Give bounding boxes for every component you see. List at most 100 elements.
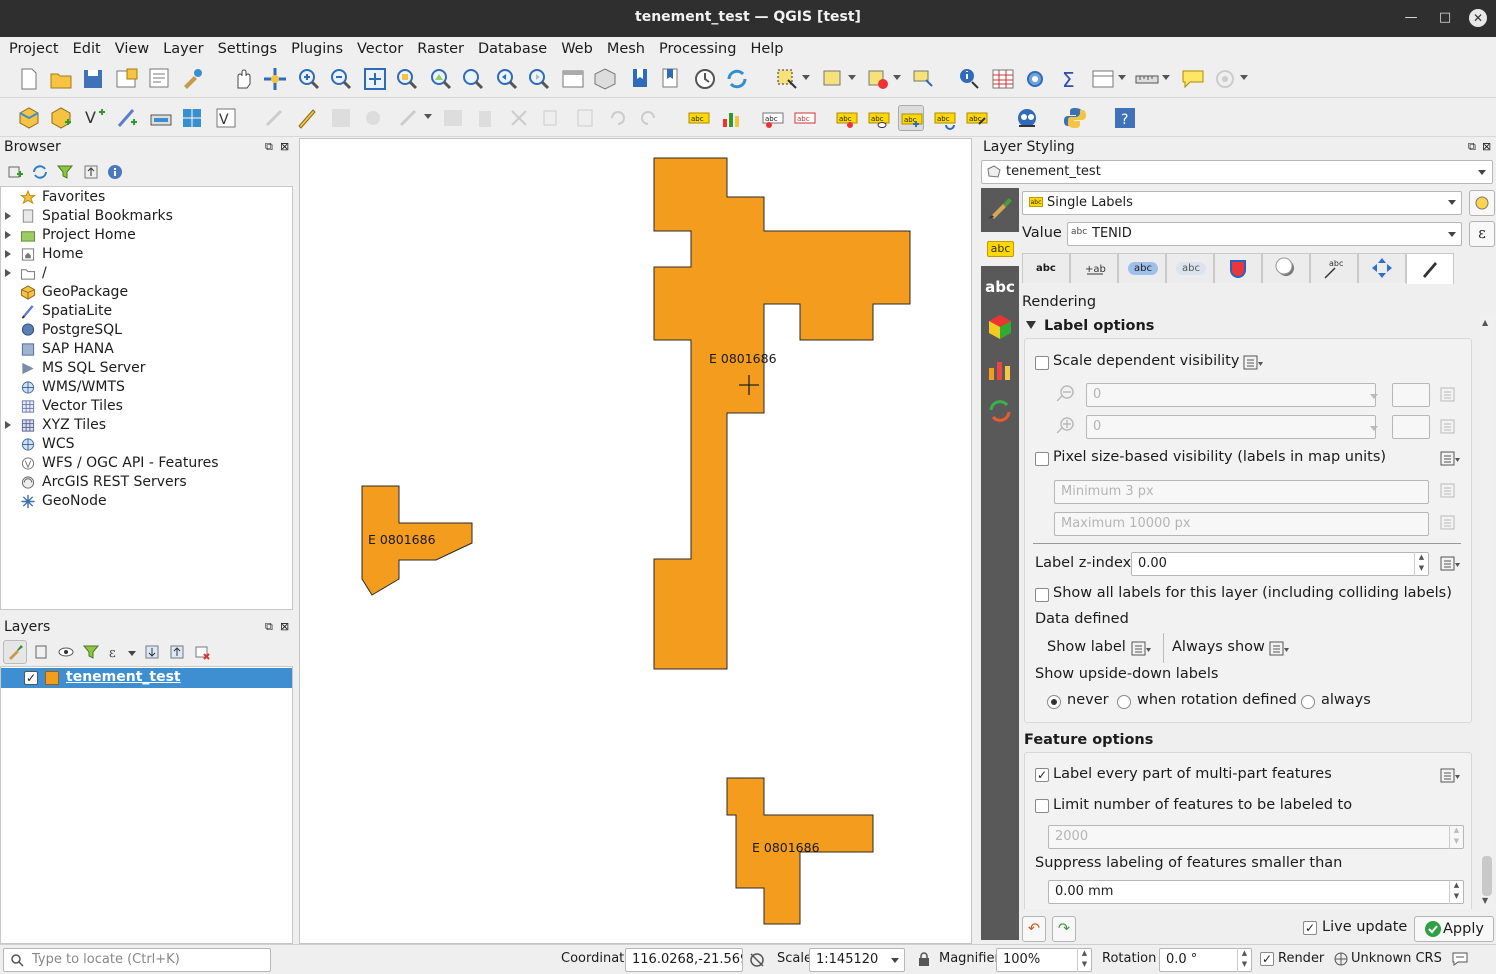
data-defined-override-icon[interactable] — [1439, 555, 1461, 573]
menu-processing[interactable]: Processing — [652, 37, 743, 60]
scroll-down-arrow[interactable]: ▼ — [1482, 896, 1488, 905]
pixel-max-field[interactable]: Maximum 10000 px — [1054, 512, 1429, 536]
pixel-visibility-checkbox[interactable] — [1035, 452, 1049, 466]
data-defined-override-icon[interactable] — [1439, 482, 1461, 500]
tab-rendering[interactable] — [1406, 253, 1454, 284]
styling-scrollbar[interactable]: ▲ ▼ — [1480, 316, 1494, 909]
browser-item-xyz-tiles[interactable]: XYZ Tiles — [1, 416, 292, 435]
maximum-scale-picker[interactable] — [1392, 415, 1430, 439]
diagrams-icon[interactable] — [985, 354, 1015, 384]
messages-icon[interactable] — [1451, 950, 1469, 968]
menu-layer[interactable]: Layer — [156, 37, 210, 60]
magnifier-spin-buttons[interactable]: ▲ ▼ — [1077, 948, 1091, 972]
metasearch-button[interactable] — [1014, 105, 1040, 131]
upside-rotation-radio[interactable] — [1117, 695, 1131, 709]
layer-visibility-checkbox[interactable]: ✓ — [24, 671, 38, 685]
scroll-thumb[interactable] — [1482, 856, 1492, 896]
pin-labels-button[interactable]: abc — [834, 105, 860, 131]
symbology-icon[interactable] — [985, 194, 1015, 224]
label-mode-arrow[interactable] — [1448, 200, 1456, 205]
expand-all-icon[interactable] — [143, 643, 161, 661]
close-panel-icon[interactable]: ⊠ — [280, 140, 298, 158]
processing-toolbox-button[interactable] — [1022, 66, 1048, 92]
deselect-dropdown[interactable] — [893, 75, 901, 80]
suppress-spin-buttons[interactable]: ▲ ▼ — [1449, 880, 1463, 904]
copy-features-button[interactable] — [538, 105, 564, 131]
collapse-arrow-icon[interactable] — [1026, 321, 1036, 329]
render-checkbox[interactable]: ✓ — [1260, 952, 1274, 966]
filter-expression-dropdown[interactable] — [128, 651, 136, 656]
delete-selected-button[interactable] — [472, 105, 498, 131]
new-3d-view-button[interactable] — [592, 66, 618, 92]
close-styling-panel-icon[interactable]: ⊠ — [1482, 140, 1496, 158]
menu-mesh[interactable]: Mesh — [600, 37, 652, 60]
expand-arrow-icon[interactable] — [5, 250, 11, 258]
save-project-button[interactable] — [80, 66, 106, 92]
close-button[interactable]: ✕ — [1466, 6, 1490, 30]
style-manager-button[interactable] — [3, 640, 27, 664]
browser-item-wms-wmts[interactable]: WMS/WMTS — [1, 378, 292, 397]
new-spatialite-layer-button[interactable] — [114, 105, 140, 131]
add-raster-layer-button[interactable] — [180, 105, 206, 131]
menu-vector[interactable]: Vector — [350, 37, 410, 60]
redo-button[interactable]: ↷ — [1052, 916, 1076, 942]
menu-help[interactable]: Help — [743, 37, 790, 60]
cut-features-button[interactable] — [506, 105, 532, 131]
layer-diagram-options-button[interactable] — [718, 105, 744, 131]
coordinate-field[interactable]: 116.0268,-21.5697 — [625, 948, 743, 972]
browser-item-root[interactable]: / — [1, 264, 292, 283]
menu-plugins[interactable]: Plugins — [284, 37, 350, 60]
minimum-scale-field[interactable]: 0 — [1086, 383, 1376, 407]
browser-item-wfs-ogc-api-features[interactable]: WFS / OGC API - Features — [1, 454, 292, 473]
expand-arrow-icon[interactable] — [5, 269, 11, 277]
filter-legend-icon[interactable] — [82, 643, 100, 661]
data-defined-override-icon[interactable] — [1439, 514, 1461, 532]
move-label-button[interactable]: abc — [898, 105, 924, 131]
show-map-tips-button[interactable] — [1090, 66, 1116, 92]
paste-features-button[interactable] — [572, 105, 598, 131]
statistical-summary-button[interactable]: Σ — [1056, 66, 1082, 92]
data-defined-override-icon[interactable] — [1439, 767, 1461, 785]
refresh-icon[interactable] — [31, 163, 49, 181]
zoom-to-selection-button[interactable] — [394, 66, 420, 92]
measure-line-dropdown[interactable] — [1162, 75, 1170, 80]
tab-formatting[interactable]: +ab — [1070, 253, 1118, 283]
tab-shadow[interactable] — [1262, 253, 1310, 283]
layout-manager-button[interactable] — [147, 66, 173, 92]
menu-raster[interactable]: Raster — [410, 37, 471, 60]
rotate-label-button[interactable]: abc — [932, 105, 958, 131]
labels-tab-active[interactable]: abc — [981, 232, 1019, 266]
minimize-button[interactable]: — — [1399, 6, 1423, 30]
maximize-button[interactable]: □ — [1433, 6, 1457, 30]
limit-features-spinbox[interactable]: 2000 — [1048, 825, 1464, 849]
new-project-button[interactable] — [16, 66, 42, 92]
browser-item-geopackage[interactable]: GeoPackage — [1, 283, 292, 302]
toggle-label-display-button[interactable]: abc — [792, 105, 818, 131]
limit-spin-buttons[interactable]: ▲ ▼ — [1449, 825, 1463, 849]
limit-features-checkbox[interactable] — [1035, 799, 1049, 813]
zoom-in-button[interactable] — [296, 66, 322, 92]
zindex-spin-buttons[interactable]: ▲ ▼ — [1414, 552, 1428, 576]
open-attribute-table-button[interactable] — [990, 66, 1016, 92]
zoom-next-button[interactable] — [526, 66, 552, 92]
zoom-to-layer-button[interactable] — [428, 66, 454, 92]
measure-line-button[interactable] — [1134, 66, 1160, 92]
layer-labeling-options-button[interactable]: abc — [686, 105, 712, 131]
lock-icon[interactable] — [917, 951, 931, 967]
layer-symbol-swatch[interactable] — [45, 671, 59, 685]
highlight-pinned-labels-button[interactable]: abc — [760, 105, 786, 131]
maximum-scale-arrow[interactable] — [1370, 426, 1378, 431]
redo-edit-button[interactable] — [636, 105, 662, 131]
python-console-button[interactable] — [1062, 105, 1088, 131]
data-defined-override-icon[interactable] — [1130, 640, 1152, 658]
browser-item-geonode[interactable]: GeoNode — [1, 492, 292, 511]
menu-view[interactable]: View — [108, 37, 156, 60]
vertex-tool-dropdown[interactable] — [424, 114, 432, 119]
tab-mask[interactable]: abc — [1166, 253, 1214, 283]
zindex-spinbox[interactable]: 0.00 — [1131, 552, 1429, 576]
zoom-last-button[interactable] — [494, 66, 520, 92]
maximum-scale-field[interactable]: 0 — [1086, 415, 1376, 439]
pan-map-button[interactable] — [230, 66, 256, 92]
data-source-manager-button[interactable] — [16, 105, 42, 131]
browser-item-postgresql[interactable]: PostgreSQL — [1, 321, 292, 340]
